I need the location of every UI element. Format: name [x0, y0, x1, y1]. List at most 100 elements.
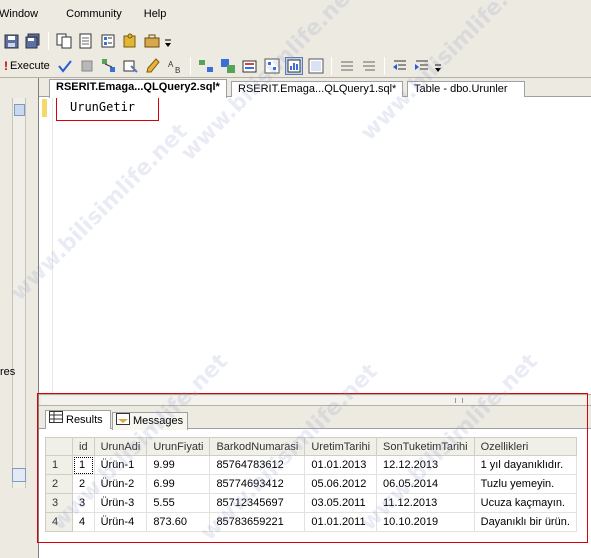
cancel-query-icon[interactable] — [78, 57, 96, 75]
table-cell[interactable]: 1 — [72, 455, 95, 475]
table-cell[interactable]: 11.12.2013 — [376, 493, 475, 513]
editor-horizontal-scrollbar[interactable] — [41, 396, 589, 405]
table-cell[interactable]: 5.55 — [146, 493, 211, 513]
intellisense-icon[interactable]: AB — [166, 57, 184, 75]
results-to-text-icon[interactable] — [197, 57, 215, 75]
table-cell[interactable]: 85783659221 — [209, 512, 306, 532]
column-header-ozellikleri[interactable]: Ozellikleri — [473, 437, 577, 456]
column-header-uretimtarihi[interactable]: UretimTarihi — [304, 437, 378, 456]
toolbox-icon[interactable] — [143, 32, 161, 50]
table-cell[interactable]: 3 — [72, 493, 95, 513]
column-header-sontuketimtarihi[interactable]: SonTuketimTarihi — [376, 437, 475, 456]
execute-label: Execute — [10, 59, 50, 72]
column-header-barkodnumarasi[interactable]: BarkodNumarasi — [209, 437, 306, 456]
sqlcmd-mode-icon[interactable] — [307, 57, 325, 75]
execute-button[interactable]: ! Execute — [0, 56, 54, 76]
document-tabs: RSERIT.Emaga...QLQuery2.sql* RSERIT.Emag… — [39, 78, 591, 98]
table-cell[interactable]: 6.99 — [146, 474, 211, 494]
table-row[interactable]: 2 2 Ürün-2 6.99 85774693412 05.06.2012 0… — [45, 474, 577, 494]
uncomment-icon[interactable] — [360, 57, 378, 75]
table-cell[interactable]: 12.12.2013 — [376, 455, 475, 475]
table-cell[interactable]: 10.10.2019 — [376, 512, 475, 532]
scrollbar-thumb[interactable] — [14, 104, 25, 116]
increase-indent-icon[interactable] — [413, 57, 431, 75]
row-number[interactable]: 3 — [45, 493, 73, 513]
client-statistics-icon[interactable] — [284, 56, 303, 75]
table-cell[interactable]: 03.05.2011 — [304, 493, 378, 513]
table-cell[interactable]: Tuzlu yemeyin. — [473, 474, 577, 494]
menu-bar: Window Community Help — [0, 0, 591, 28]
include-plan-icon[interactable] — [263, 57, 281, 75]
table-cell[interactable]: Ürün-3 — [93, 493, 148, 513]
specify-values-icon[interactable] — [144, 57, 162, 75]
table-cell[interactable]: 85712345697 — [209, 493, 306, 513]
row-number[interactable]: 1 — [45, 455, 73, 475]
object-explorer-scrollbar[interactable] — [12, 98, 26, 488]
table-cell[interactable]: 85764783612 — [209, 455, 306, 475]
menu-window[interactable]: Window — [0, 8, 46, 20]
column-header-id[interactable]: id — [72, 437, 95, 456]
column-header-urunadi[interactable]: UrunAdi — [93, 437, 148, 456]
puzzle-icon[interactable] — [121, 32, 139, 50]
sql-editor[interactable]: UrunGetir — [39, 97, 591, 397]
tab-messages-label: Messages — [133, 415, 184, 427]
table-row[interactable]: 3 3 Ürün-3 5.55 85712345697 03.05.2011 1… — [45, 493, 577, 513]
results-grid[interactable]: id UrunAdi UrunFiyati BarkodNumarasi Ure… — [45, 437, 577, 532]
standard-toolbar — [0, 28, 591, 54]
results-tabs: Results Messages — [39, 406, 591, 430]
table-cell[interactable]: 4 — [72, 512, 95, 532]
table-cell[interactable]: Ürün-2 — [93, 474, 148, 494]
messages-icon — [116, 412, 130, 431]
table-cell[interactable]: Ucuza kaçmayın. — [473, 493, 577, 513]
execute-icon: ! — [4, 58, 8, 73]
column-header-urunfiyati[interactable]: UrunFiyati — [146, 437, 211, 456]
results-to-grid-icon[interactable] — [219, 57, 237, 75]
table-cell[interactable]: Ürün-1 — [93, 455, 148, 475]
grid-corner[interactable] — [45, 437, 73, 456]
object-explorer-edge: res — [0, 78, 38, 558]
table-row[interactable]: 1 1 Ürün-1 9.99 85764783612 01.01.2013 1… — [45, 455, 577, 475]
row-number[interactable]: 4 — [45, 512, 73, 532]
display-plan-icon[interactable] — [100, 57, 118, 75]
toolbar-overflow-icon[interactable] — [165, 34, 171, 48]
tab-table-urunler[interactable]: Table - dbo.Urunler — [407, 81, 525, 97]
tab-query2[interactable]: RSERIT.Emaga...QLQuery2.sql* — [49, 79, 227, 98]
decrease-indent-icon[interactable] — [391, 57, 409, 75]
sql-editor-toolbar: ! Execute AB — [0, 54, 591, 78]
save-icon[interactable] — [2, 32, 20, 50]
scrollbar-grip[interactable] — [455, 398, 463, 403]
table-cell[interactable]: 01.01.2013 — [304, 455, 378, 475]
table-cell[interactable]: 85774693412 — [209, 474, 306, 494]
document-icon[interactable] — [77, 32, 95, 50]
table-cell[interactable]: Dayanıklı bir ürün. — [473, 512, 577, 532]
editor-results-splitter[interactable] — [39, 394, 591, 406]
scroll-down-button[interactable] — [12, 468, 26, 482]
copy-icon[interactable] — [55, 32, 73, 50]
svg-text:A: A — [168, 60, 174, 69]
save-all-icon[interactable] — [24, 32, 42, 50]
table-cell[interactable]: 01.01.2011 — [304, 512, 378, 532]
parse-checkmark-icon[interactable] — [56, 57, 74, 75]
table-cell[interactable]: 05.06.2012 — [304, 474, 378, 494]
results-to-file-icon[interactable] — [241, 57, 259, 75]
tab-messages[interactable]: Messages — [112, 412, 188, 430]
menu-community[interactable]: Community — [66, 8, 130, 20]
table-row[interactable]: 4 4 Ürün-4 873.60 85783659221 01.01.2011… — [45, 512, 577, 532]
query-designer-icon[interactable] — [122, 57, 140, 75]
sql-code[interactable]: UrunGetir — [70, 100, 135, 114]
properties-icon[interactable] — [99, 32, 117, 50]
row-number[interactable]: 2 — [45, 474, 73, 494]
tab-results[interactable]: Results — [45, 410, 111, 429]
table-cell[interactable]: Ürün-4 — [93, 512, 148, 532]
table-cell[interactable]: 06.05.2014 — [376, 474, 475, 494]
table-cell[interactable]: 873.60 — [146, 512, 211, 532]
table-cell[interactable]: 9.99 — [146, 455, 211, 475]
menu-help[interactable]: Help — [144, 8, 175, 20]
table-cell[interactable]: 2 — [72, 474, 95, 494]
table-cell[interactable]: 1 yıl dayanıklıdır. — [473, 455, 577, 475]
tab-query1[interactable]: RSERIT.Emaga...QLQuery1.sql* — [231, 81, 403, 97]
tab-results-label: Results — [66, 413, 103, 426]
toolbar2-overflow-icon[interactable] — [434, 59, 441, 73]
grid-header-row: id UrunAdi UrunFiyati BarkodNumarasi Ure… — [45, 437, 577, 456]
comment-icon[interactable] — [338, 57, 356, 75]
